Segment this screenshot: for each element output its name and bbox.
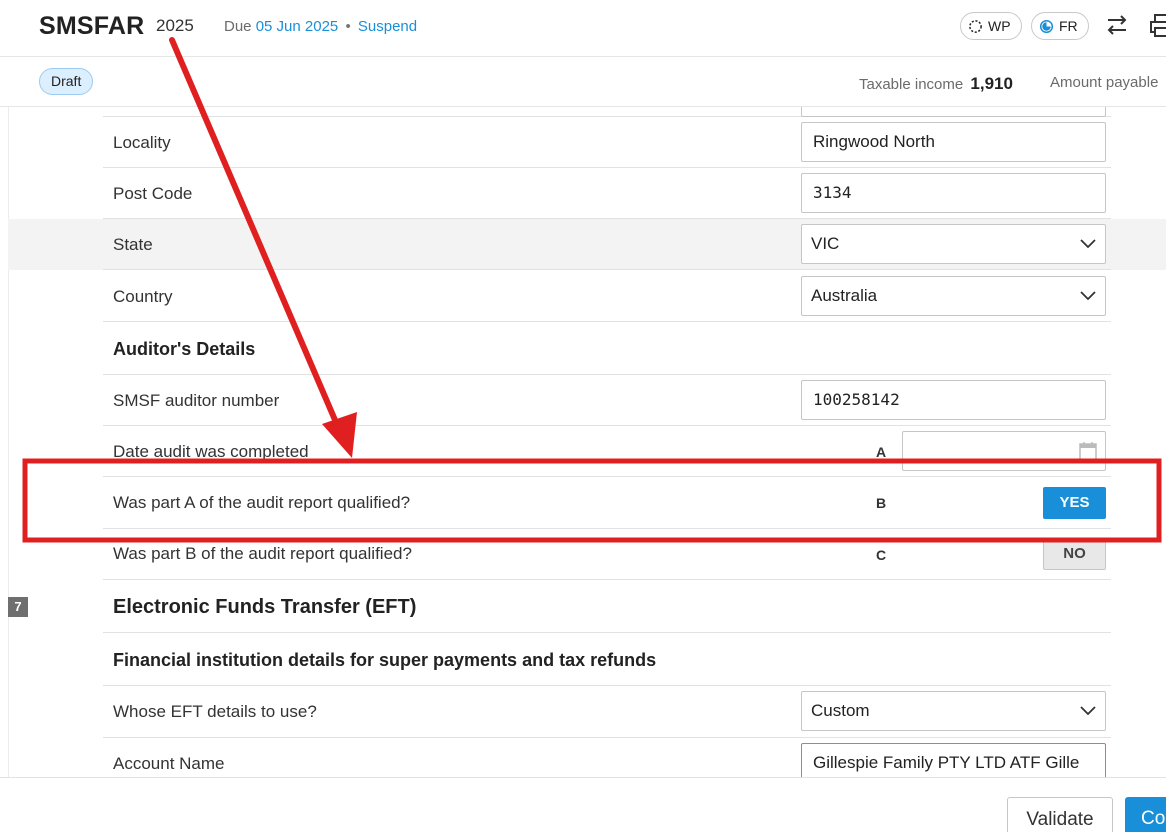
address-field-partial[interactable] xyxy=(801,107,1106,117)
country-select[interactable]: Australia xyxy=(801,276,1106,316)
part-a-label: Was part A of the audit report qualified… xyxy=(113,493,411,512)
post-code-label: Post Code xyxy=(113,184,193,203)
eft-details-label: Whose EFT details to use? xyxy=(113,702,317,721)
state-select-value: VIC xyxy=(811,234,840,253)
section-number-badge: 7 xyxy=(8,597,28,617)
auditor-number-label: SMSF auditor number xyxy=(113,391,280,410)
financial-institution-heading: Financial institution details for super … xyxy=(113,650,657,670)
chevron-down-icon xyxy=(1080,239,1096,249)
form-row-eft-heading: Electronic Funds Transfer (EFT) xyxy=(103,580,1111,633)
form-row-auditor-heading: Auditor's Details xyxy=(103,322,1111,375)
part-b-no-toggle[interactable]: NO xyxy=(1043,538,1106,570)
calendar-icon[interactable] xyxy=(1079,441,1097,461)
country-select-value: Australia xyxy=(811,286,878,305)
auditor-number-input[interactable]: 100258142 xyxy=(801,380,1106,420)
form-row-account-name: Account Name Gillespie Family PTY LTD AT… xyxy=(103,738,1111,777)
taxable-income-label: Taxable income xyxy=(859,76,964,93)
progress-circle-icon xyxy=(1039,19,1054,33)
part-b-code: C xyxy=(876,547,887,563)
part-a-code: B xyxy=(876,495,887,511)
amount-payable-label: Amount payable xyxy=(1050,74,1159,91)
form-row-audit-date: Date audit was completed A xyxy=(103,426,1111,477)
form-row-partial xyxy=(103,107,1111,117)
form-row-fin-heading: Financial institution details for super … xyxy=(103,633,1111,686)
dashed-circle-icon xyxy=(969,19,982,33)
status-badge: Draft xyxy=(39,68,94,95)
audit-date-code: A xyxy=(876,444,887,460)
form-row-locality: Locality Ringwood North xyxy=(103,117,1111,168)
due-date: 05 Jun 2025 xyxy=(255,18,339,35)
validate-button[interactable]: Validate xyxy=(1007,797,1113,832)
eft-details-select[interactable]: Custom xyxy=(801,691,1106,731)
form-row-state: State VIC xyxy=(103,219,1111,270)
app-title: SMSFAR xyxy=(39,12,145,40)
audit-date-label: Date audit was completed xyxy=(113,442,309,461)
continue-button[interactable]: Co xyxy=(1125,797,1166,832)
taxable-income: Taxable income 1,910 xyxy=(859,74,1013,94)
due-info: Due 05 Jun 2025 • Suspend xyxy=(224,18,417,35)
form-row-part-b: Was part B of the audit report qualified… xyxy=(103,529,1111,580)
wp-status-pill[interactable]: WP xyxy=(960,12,1022,40)
account-name-input[interactable]: Gillespie Family PTY LTD ATF Gille xyxy=(801,743,1106,777)
state-select[interactable]: VIC xyxy=(801,224,1106,264)
post-code-input[interactable]: 3134 xyxy=(801,173,1106,213)
part-a-yes-toggle[interactable]: YES xyxy=(1043,487,1106,519)
form-row-post-code: Post Code 3134 xyxy=(103,168,1111,219)
swap-arrows-icon[interactable] xyxy=(1104,12,1130,38)
top-header: SMSFAR 2025 Due 05 Jun 2025 • Suspend WP… xyxy=(0,0,1166,57)
locality-input[interactable]: Ringwood North xyxy=(801,122,1106,162)
taxable-income-value: 1,910 xyxy=(970,74,1013,93)
country-label: Country xyxy=(113,287,173,306)
chevron-down-icon xyxy=(1080,291,1096,301)
form-row-country: Country Australia xyxy=(103,270,1111,322)
wp-pill-label: WP xyxy=(988,18,1011,34)
form-row-eft-details: Whose EFT details to use? Custom xyxy=(103,686,1111,738)
print-icon[interactable] xyxy=(1150,12,1166,38)
form-row-part-a: Was part A of the audit report qualified… xyxy=(103,477,1111,529)
part-b-label: Was part B of the audit report qualified… xyxy=(113,544,412,563)
form-row-auditor-number: SMSF auditor number 100258142 xyxy=(103,375,1111,426)
separator-dot: • xyxy=(345,18,351,35)
footer-bar: Validate Co xyxy=(0,777,1166,832)
state-label: State xyxy=(113,235,153,254)
eft-section-heading: Electronic Funds Transfer (EFT) xyxy=(113,596,417,618)
gutter-divider xyxy=(8,107,9,777)
form-content[interactable]: Locality Ringwood North Post Code 3134 S… xyxy=(0,107,1166,777)
auditor-section-heading: Auditor's Details xyxy=(113,339,256,359)
chevron-down-icon xyxy=(1080,706,1096,716)
fr-status-pill[interactable]: FR xyxy=(1031,12,1089,40)
audit-date-input[interactable] xyxy=(902,431,1106,471)
suspend-link[interactable]: Suspend xyxy=(358,18,417,35)
locality-label: Locality xyxy=(113,133,171,152)
due-label: Due xyxy=(224,18,252,35)
eft-details-select-value: Custom xyxy=(811,701,870,720)
year-label: 2025 xyxy=(156,16,194,35)
account-name-label: Account Name xyxy=(113,754,225,773)
summary-bar: Draft Taxable income 1,910 Amount payabl… xyxy=(0,57,1166,107)
fr-pill-label: FR xyxy=(1059,18,1078,34)
